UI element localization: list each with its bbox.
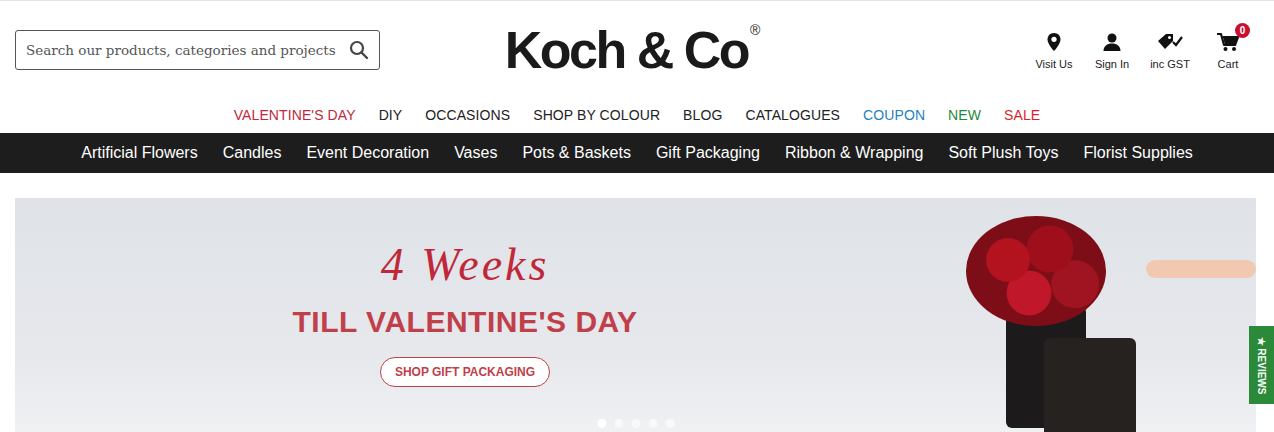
- gift-box: [1044, 338, 1136, 432]
- header-action[interactable]: 0Cart: [1206, 31, 1250, 70]
- top-nav-link[interactable]: CATALOGUES: [745, 107, 840, 123]
- slide-dot[interactable]: [648, 419, 657, 428]
- slide-dot[interactable]: [665, 419, 674, 428]
- top-nav-link[interactable]: SHOP BY COLOUR: [533, 107, 660, 123]
- header-action-label: inc GST: [1150, 58, 1190, 70]
- category-link[interactable]: Pots & Baskets: [522, 144, 631, 162]
- hand: [1146, 260, 1256, 278]
- page: Search our products, categories and proj…: [0, 0, 1274, 432]
- banner-script-title: 4 Weeks: [381, 240, 550, 291]
- top-nav-link[interactable]: OCCASIONS: [425, 107, 510, 123]
- banner-headline: TILL VALENTINE'S DAY: [293, 305, 638, 339]
- category-link[interactable]: Soft Plush Toys: [948, 144, 1058, 162]
- map-pin-icon: [1046, 32, 1062, 52]
- shop-gift-packaging-button[interactable]: SHOP GIFT PACKAGING: [380, 357, 550, 387]
- top-nav-link[interactable]: DIY: [379, 107, 403, 123]
- header-action[interactable]: inc GST: [1148, 31, 1192, 70]
- header-action[interactable]: Sign In: [1090, 31, 1134, 70]
- user-icon: [1102, 32, 1122, 52]
- cart-count-badge: 0: [1235, 23, 1250, 38]
- header-actions: Visit Us Sign In inc GST 0Cart: [760, 31, 1250, 70]
- logo[interactable]: Koch & Co®: [505, 24, 761, 76]
- header-action-label: Sign In: [1095, 58, 1129, 70]
- top-nav-link[interactable]: SALE: [1004, 107, 1040, 123]
- category-link[interactable]: Vases: [454, 144, 497, 162]
- top-nav-link[interactable]: BLOG: [683, 107, 722, 123]
- reviews-tab-label: ★ REVIEWS: [1256, 336, 1267, 394]
- price-tag-check-icon: [1156, 32, 1184, 52]
- top-nav: VALENTINE'S DAY DIY OCCASIONS SHOP BY COLOU…: [0, 81, 1274, 133]
- top-nav-link[interactable]: VALENTINE'S DAY: [234, 107, 356, 123]
- category-link[interactable]: Ribbon & Wrapping: [785, 144, 923, 162]
- hero-banner[interactable]: 4 Weeks TILL VALENTINE'S DAY SHOP GIFT PAC…: [15, 198, 1256, 432]
- site-header: Search our products, categories and proj…: [0, 1, 1274, 81]
- logo-text: Koch & Co: [505, 24, 748, 76]
- search-placeholder: Search our products, categories and proj…: [26, 42, 336, 58]
- header-action[interactable]: Visit Us: [1032, 31, 1076, 70]
- slide-dot[interactable]: [597, 419, 606, 428]
- reviews-tab[interactable]: ★ REVIEWS: [1249, 326, 1274, 404]
- registered-mark: ®: [750, 22, 760, 38]
- search-field[interactable]: Search our products, categories and proj…: [15, 30, 380, 70]
- roses: [966, 216, 1106, 326]
- top-nav-link[interactable]: NEW: [948, 107, 981, 123]
- category-link[interactable]: Gift Packaging: [656, 144, 760, 162]
- slide-dot[interactable]: [614, 419, 623, 428]
- category-link[interactable]: Candles: [223, 144, 282, 162]
- category-link[interactable]: Florist Supplies: [1083, 144, 1192, 162]
- header-action-label: Visit Us: [1035, 58, 1072, 70]
- header-action-label: Cart: [1218, 58, 1239, 70]
- banner-copy: 4 Weeks TILL VALENTINE'S DAY SHOP GIFT PAC…: [245, 198, 685, 432]
- banner-photo: [956, 198, 1256, 432]
- category-link[interactable]: Event Decoration: [306, 144, 429, 162]
- top-nav-link[interactable]: COUPON: [863, 107, 925, 123]
- magnifier-icon[interactable]: [349, 40, 369, 60]
- category-link[interactable]: Artificial Flowers: [81, 144, 197, 162]
- slide-dot[interactable]: [631, 419, 640, 428]
- category-nav: Artificial Flowers Candles Event Decoratio…: [0, 133, 1274, 173]
- slide-dots: [597, 419, 674, 428]
